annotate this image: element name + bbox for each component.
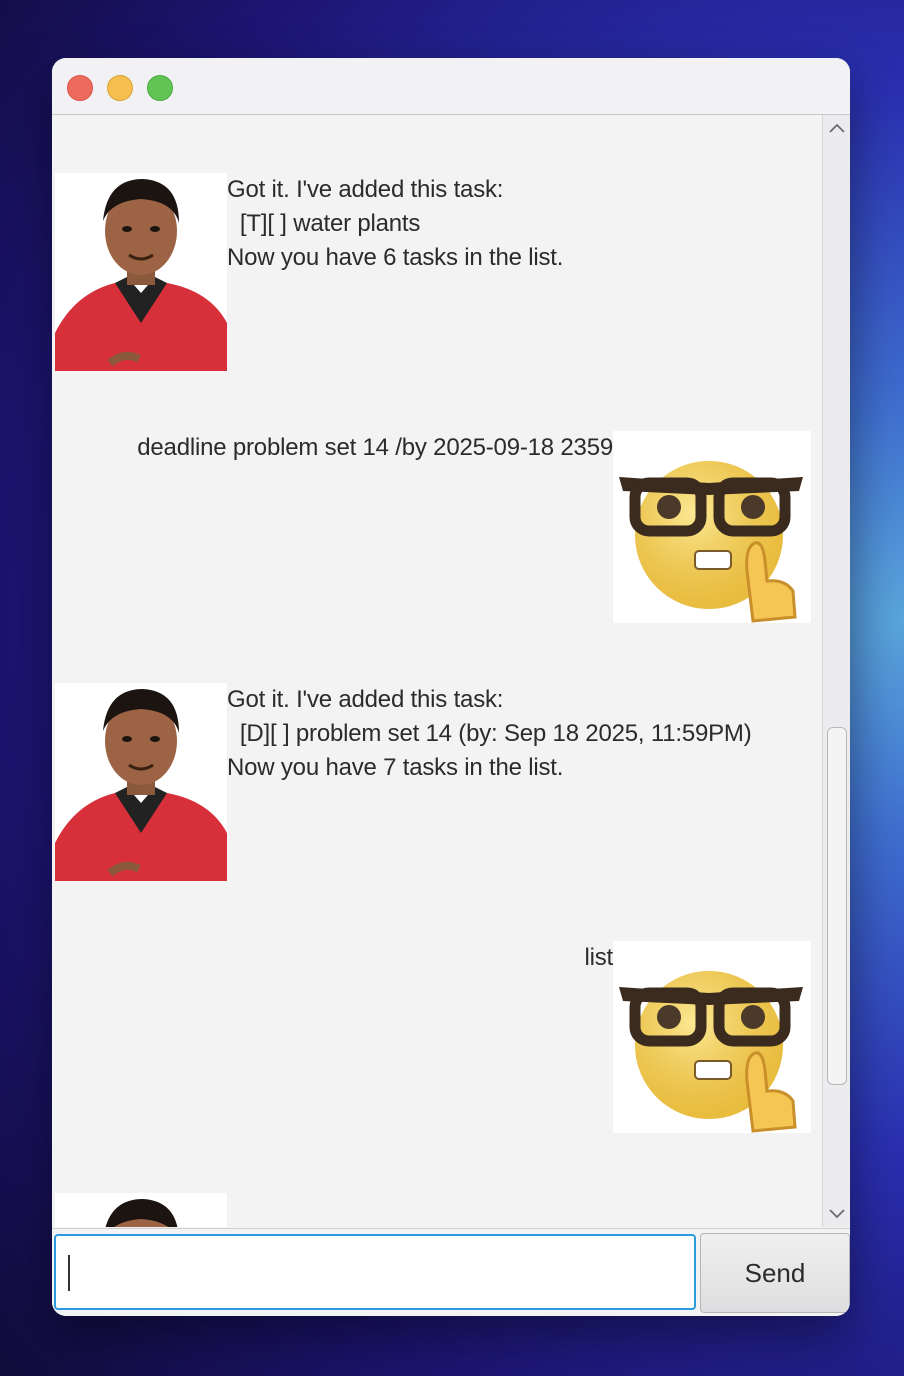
chat-scrollbar[interactable] [822,115,850,1227]
user-avatar-image [613,431,811,623]
minimize-window-button[interactable] [107,75,133,101]
bot-avatar-image [55,173,227,371]
bot-message-text: Got it. I've added this task: [T][ ] wat… [227,176,564,271]
bot-message-text: Got it. I've added this task: [D][ ] pro… [227,686,752,781]
bot-avatar-image [55,683,227,881]
input-row: Send [52,1228,850,1316]
zoom-window-button[interactable] [147,75,173,101]
scroll-down-icon[interactable] [823,1203,850,1225]
user-message-text: deadline problem set 14 /by 2025-09-18 2… [137,434,613,461]
scroll-up-icon[interactable] [823,117,850,139]
title-bar [52,58,850,115]
user-message-text: list [584,944,613,971]
text-caret [68,1255,70,1291]
close-window-button[interactable] [67,75,93,101]
message-input[interactable] [54,1234,696,1310]
app-window: Got it. I've added this task: [T][ ] wat… [52,58,850,1316]
bot-avatar-image [55,1193,227,1227]
user-avatar-image [613,941,811,1133]
send-button[interactable]: Send [700,1233,850,1313]
send-button-label: Send [744,1257,806,1288]
chat-dialog-container[interactable]: Got it. I've added this task: [T][ ] wat… [52,115,822,1227]
scroll-thumb[interactable] [827,727,847,1085]
